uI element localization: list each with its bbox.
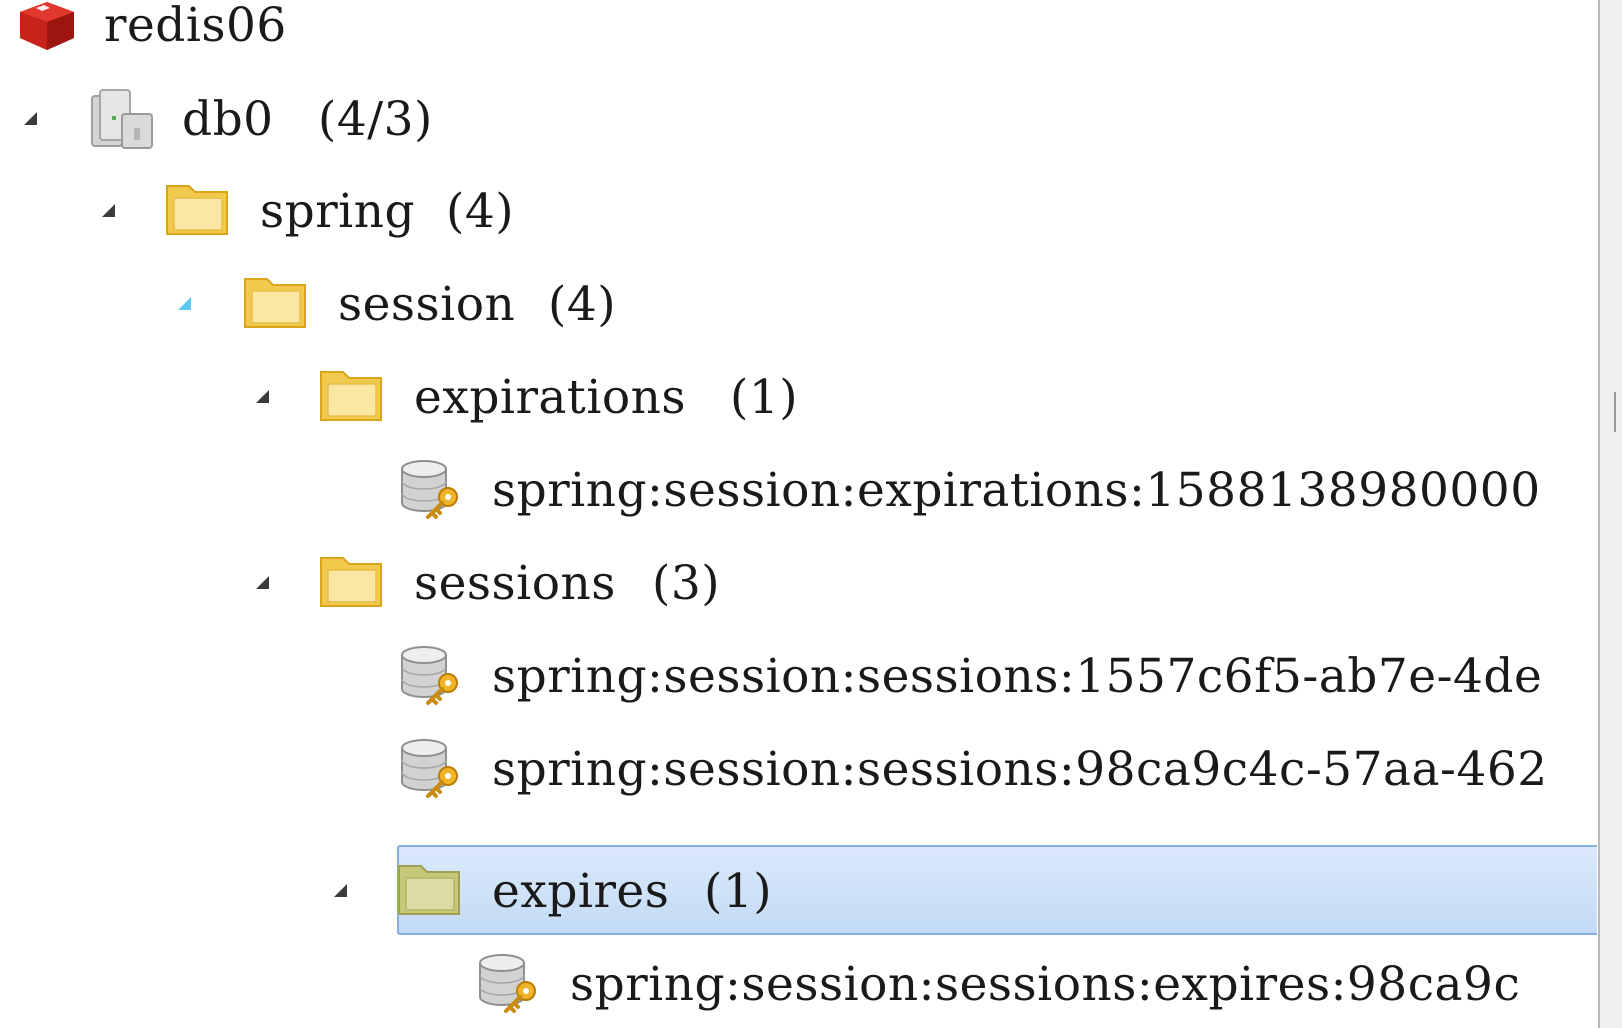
tree-node-sessions[interactable]: sessions (3) (0, 538, 1598, 630)
folder-label: sessions (414, 556, 616, 611)
folder-count: (3) (652, 556, 721, 611)
expand-arrow-icon[interactable] (256, 390, 269, 403)
folder-count: (1) (704, 864, 773, 919)
tree-node-spring[interactable]: spring (4) (0, 166, 1598, 258)
tree-leaf-key[interactable]: spring:session:sessions:98ca9c4c-57aa-46… (0, 724, 1598, 816)
database-label: db0 (182, 92, 274, 147)
folder-count: (4) (548, 277, 617, 332)
tree-leaf-key[interactable]: spring:session:sessions:expires:98ca9c (0, 939, 1598, 1028)
key-db-icon (401, 739, 458, 798)
folder-icon (244, 278, 306, 328)
redis-cube-icon (20, 2, 74, 50)
key-db-icon (479, 954, 536, 1013)
key-db-icon (401, 460, 458, 519)
tree-node-connection[interactable]: redis06 (0, 0, 1598, 80)
panel-splitter[interactable] (1598, 0, 1622, 1028)
database-server-icon (91, 89, 153, 149)
folder-count: (1) (730, 370, 799, 425)
tree-leaf-key[interactable]: spring:session:sessions:1557c6f5-ab7e-4d… (0, 631, 1598, 723)
folder-icon (320, 371, 382, 421)
folder-label: expires (492, 864, 670, 919)
key-label: spring:session:sessions:1557c6f5-ab7e-4d… (492, 649, 1543, 704)
tree-node-session[interactable]: session (4) (0, 259, 1598, 351)
key-label: spring:session:expirations:1588138980000 (492, 463, 1541, 518)
expand-arrow-icon[interactable] (102, 204, 115, 217)
folder-icon (320, 557, 382, 607)
folder-label: session (338, 277, 516, 332)
tree-node-db0[interactable]: db0 (4/3) (0, 74, 1598, 166)
tree-leaf-key[interactable]: spring:session:expirations:1588138980000 (0, 445, 1598, 537)
splitter-grip-icon[interactable] (1614, 392, 1622, 432)
folder-icon (398, 865, 460, 915)
folder-label: expirations (414, 370, 687, 425)
key-label: spring:session:sessions:98ca9c4c-57aa-46… (492, 742, 1548, 797)
folder-count: (4) (446, 184, 515, 239)
key-tree: redis06 db0 (4/3) spring (4) session (4)… (0, 0, 1598, 1028)
expand-arrow-icon[interactable] (24, 112, 37, 125)
expand-arrow-icon[interactable] (256, 576, 269, 589)
folder-icon (166, 185, 228, 235)
expand-arrow-icon[interactable] (178, 297, 191, 310)
connection-label: redis06 (104, 0, 287, 53)
tree-node-expires[interactable]: expires (1) (0, 846, 1598, 938)
key-label: spring:session:sessions:expires:98ca9c (570, 957, 1521, 1012)
tree-node-expirations[interactable]: expirations (1) (0, 352, 1598, 444)
database-count: (4/3) (318, 92, 433, 147)
folder-label: spring (260, 184, 416, 239)
expand-arrow-icon[interactable] (334, 884, 347, 897)
key-db-icon (401, 646, 458, 705)
